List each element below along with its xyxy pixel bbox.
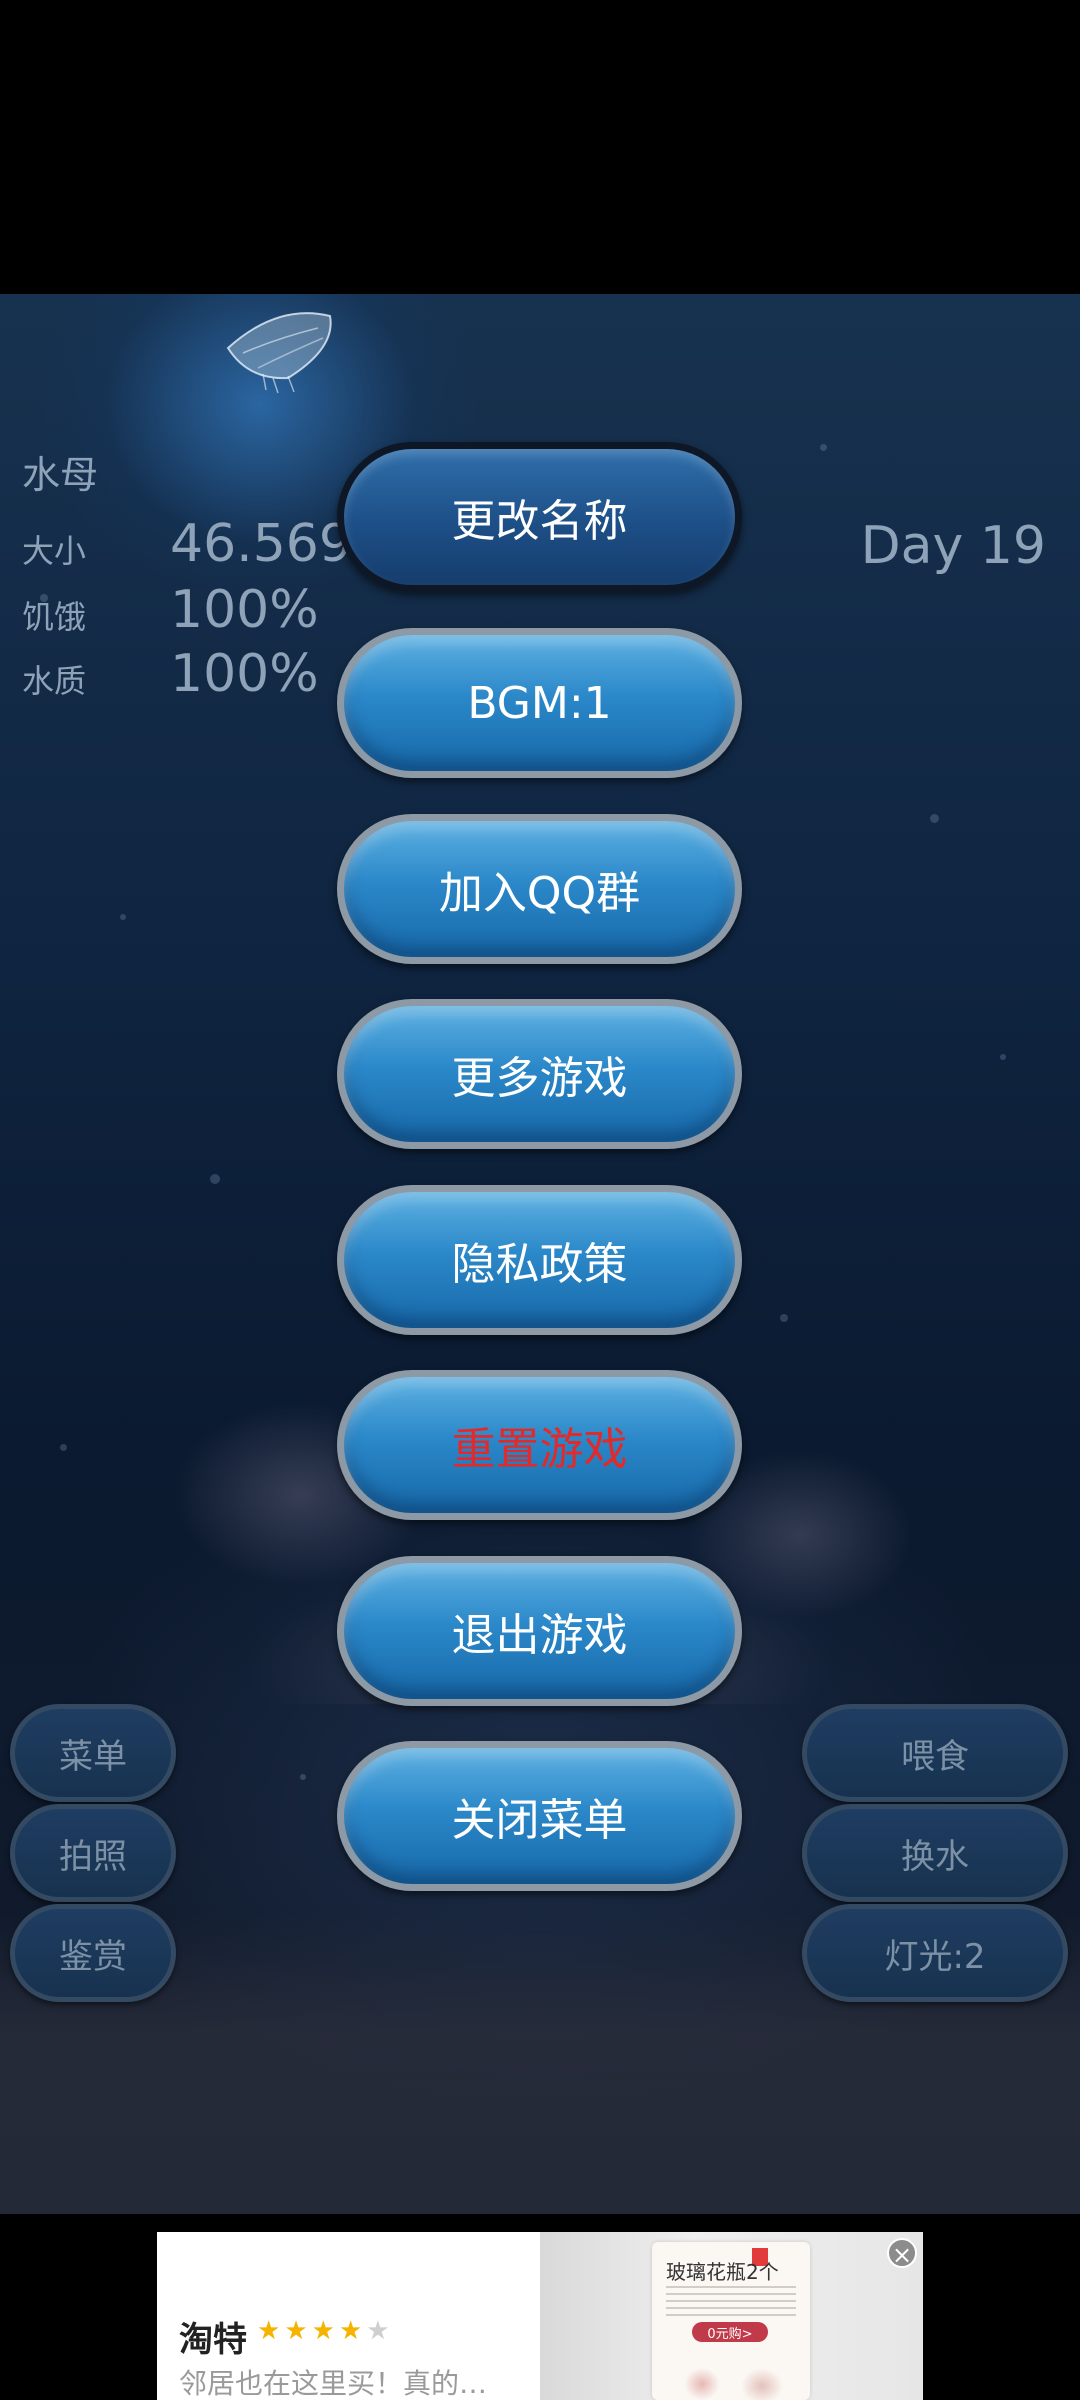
day-counter: Day 19 — [860, 516, 1046, 576]
jellyfish-name: 水母 — [22, 453, 99, 497]
hunger-value: 100% — [170, 580, 319, 640]
more-games-button[interactable]: 更多游戏 — [337, 999, 742, 1149]
bubble — [210, 1174, 220, 1184]
star-icon: ★ — [338, 2316, 367, 2346]
close-menu-button[interactable]: 关闭菜单 — [337, 1741, 742, 1891]
bubble — [930, 814, 939, 823]
reset-game-button[interactable]: 重置游戏 — [337, 1370, 742, 1520]
star-icon: ★ — [284, 2316, 312, 2346]
star-icon: ★ — [366, 2316, 394, 2346]
star-icon: ★ — [311, 2316, 339, 2346]
ad-product-card: 玻璃花瓶2个 0元购> — [652, 2242, 810, 2400]
size-label: 大小 — [22, 532, 87, 570]
privacy-policy-button[interactable]: 隐私政策 — [337, 1185, 742, 1335]
star-icon: ★ — [257, 2316, 285, 2346]
game-scene[interactable]: 水母 大小 46.569599mm 饥饿 100% 水质 100% Day 19… — [0, 294, 1080, 2214]
bubble — [60, 1444, 67, 1451]
bubble — [820, 444, 827, 451]
rename-button[interactable]: 更改名称 — [337, 442, 742, 592]
feed-button[interactable]: 喂食 — [802, 1704, 1068, 1802]
close-icon[interactable]: × — [887, 2238, 917, 2269]
ad-banner[interactable]: 淘特 ★★★★★ 邻居也在这里买！真的… 玻璃花瓶2个 0元购> × — [157, 2232, 923, 2400]
screen: 水母 大小 46.569599mm 饥饿 100% 水质 100% Day 19… — [0, 0, 1080, 2400]
ad-product-fine-print — [666, 2286, 796, 2316]
water-quality-label: 水质 — [22, 662, 87, 700]
bgm-button[interactable]: BGM:1 — [337, 628, 742, 778]
ad-product-image[interactable]: 玻璃花瓶2个 0元购> — [540, 2232, 923, 2400]
ad-brand-name: 淘特 — [179, 2320, 247, 2360]
menu-button[interactable]: 菜单 — [10, 1704, 176, 1802]
exit-game-button[interactable]: 退出游戏 — [337, 1556, 742, 1706]
bubble — [120, 914, 126, 920]
light-button[interactable]: 灯光:2 — [802, 1904, 1068, 2002]
water-quality-value: 100% — [170, 644, 319, 704]
ad-product-pill: 0元购> — [692, 2322, 768, 2342]
change-water-button[interactable]: 换水 — [802, 1804, 1068, 1902]
ad-product-title: 玻璃花瓶2个 — [666, 2260, 779, 2284]
jellyfish-icon[interactable] — [218, 308, 338, 398]
join-qq-group-button[interactable]: 加入QQ群 — [337, 814, 742, 964]
ad-rating-stars: ★★★★★ — [257, 2316, 394, 2346]
bubble — [300, 1774, 306, 1780]
vase-image — [672, 2354, 792, 2400]
hunger-label: 饥饿 — [22, 598, 87, 636]
bubble — [1000, 1054, 1006, 1060]
ad-description: 邻居也在这里买！真的… — [179, 2367, 488, 2400]
gallery-button[interactable]: 鉴赏 — [10, 1904, 176, 2002]
bubble — [780, 1314, 788, 1322]
photo-button[interactable]: 拍照 — [10, 1804, 176, 1902]
